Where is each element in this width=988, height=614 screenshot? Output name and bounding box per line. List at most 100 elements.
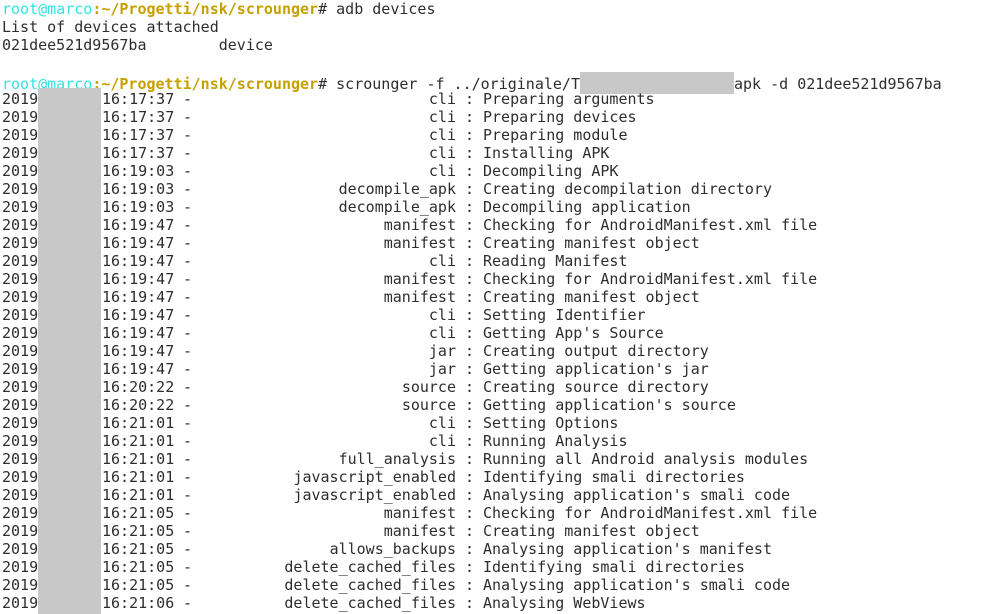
log-colon: : [464,252,475,270]
log-row: 2019 16:21:05- manifest: Checking for Andro… [2,504,988,522]
log-row: 2019 16:19:03- decompile_apk: Decompiling a… [2,198,988,216]
log-module: jar [428,342,456,360]
log-row: 2019 16:21:01- full_analysis: Running all A… [2,450,988,468]
log-dash: - [183,306,193,324]
log-dash: - [183,342,193,360]
log-colon: : [464,180,475,198]
log-module: cli [428,414,456,432]
log-dash: - [183,486,193,504]
log-message: Running all Android analysis modules [483,450,809,468]
log-dash: - [183,126,193,144]
device-state: device [218,36,273,54]
log-row: 2019 16:21:01- cli: Running Analysis [2,432,988,450]
log-dash: - [183,198,193,216]
log-year: 2019 [2,108,39,126]
log-row: 2019 16:19:47- cli: Getting App's Source [2,324,988,342]
log-row: 2019 16:19:47- manifest: Creating manifest … [2,234,988,252]
log-dash: - [183,576,193,594]
log-time: 16:21:01 [102,468,175,486]
log-message: Identifying smali directories [483,468,745,486]
log-module: decompile_apk [338,198,456,216]
log-colon: : [464,558,475,576]
log-output: 2019 16:17:37- cli: Preparing arguments 2019… [2,90,988,612]
log-module: allows_backups [329,540,456,558]
log-module: delete_cached_files [284,594,456,612]
log-colon: : [464,468,475,486]
log-time: 16:19:47 [102,216,175,234]
log-time: 16:19:03 [102,198,175,216]
log-time: 16:19:47 [102,252,175,270]
log-message: Analysing application's manifest [483,540,772,558]
log-row: 2019 16:17:37- cli: Preparing arguments [2,90,988,108]
log-message: Analysing application's smali code [483,576,791,594]
log-year: 2019 [2,90,39,108]
log-colon: : [464,396,475,414]
log-year: 2019 [2,432,39,450]
log-dash: - [183,252,193,270]
log-row: 2019 16:21:05- manifest: Creating manifest … [2,522,988,540]
log-module: decompile_apk [338,180,456,198]
log-message: Creating manifest object [483,522,700,540]
log-colon: : [464,90,475,108]
log-colon: : [464,270,475,288]
prompt-symbol: # [318,0,328,18]
log-dash: - [183,432,193,450]
log-year: 2019 [2,450,39,468]
log-message: Preparing module [483,126,628,144]
log-time: 16:21:05 [102,504,175,522]
log-year: 2019 [2,288,39,306]
prompt-path: :~/Progetti/nsk/scrounger [92,0,319,18]
log-year: 2019 [2,576,39,594]
log-year: 2019 [2,126,39,144]
terminal-window[interactable]: root@marco:~/Progetti/nsk/scrounger# adb… [2,0,988,614]
log-module: javascript_enabled [293,486,456,504]
log-colon: : [464,108,475,126]
log-colon: : [464,504,475,522]
log-message: Setting Options [483,414,619,432]
log-message: Reading Manifest [483,252,628,270]
log-message: Analysing application's smali code [483,486,791,504]
log-colon: : [464,522,475,540]
log-colon: : [464,594,475,612]
log-time: 16:21:05 [102,540,175,558]
log-time: 16:20:22 [102,378,175,396]
log-time: 16:19:47 [102,306,175,324]
redacted-date-column [38,88,101,614]
log-message: Creating manifest object [483,234,700,252]
log-module: manifest [383,522,456,540]
log-year: 2019 [2,324,39,342]
log-dash: - [183,468,193,486]
log-time: 16:21:01 [102,486,175,504]
log-colon: : [464,234,475,252]
log-colon: : [464,540,475,558]
log-colon: : [464,162,475,180]
log-message: Analysing WebViews [483,594,646,612]
log-message: Installing APK [483,144,610,162]
log-year: 2019 [2,468,39,486]
log-colon: : [464,126,475,144]
log-time: 16:19:03 [102,162,175,180]
log-module: jar [428,360,456,378]
log-time: 16:19:47 [102,342,175,360]
prompt-user: root@marco [2,0,93,18]
log-time: 16:19:47 [102,288,175,306]
log-dash: - [183,270,193,288]
log-colon: : [464,216,475,234]
log-message: Getting App's Source [483,324,664,342]
log-row: 2019 16:17:37- cli: Preparing devices [2,108,988,126]
log-message: Preparing arguments [483,90,655,108]
log-row: 2019 16:17:37- cli: Installing APK [2,144,988,162]
log-message: Getting application's jar [483,360,709,378]
log-colon: : [464,432,475,450]
log-year: 2019 [2,504,39,522]
log-colon: : [464,288,475,306]
log-time: 16:21:05 [102,576,175,594]
log-year: 2019 [2,414,39,432]
log-message: Creating source directory [483,378,709,396]
log-module: cli [428,306,456,324]
prompt-line-2: root@marco:~/Progetti/nsk/scrounger# scr… [2,72,988,94]
log-colon: : [464,144,475,162]
log-message: Creating decompilation directory [483,180,772,198]
log-dash: - [183,360,193,378]
